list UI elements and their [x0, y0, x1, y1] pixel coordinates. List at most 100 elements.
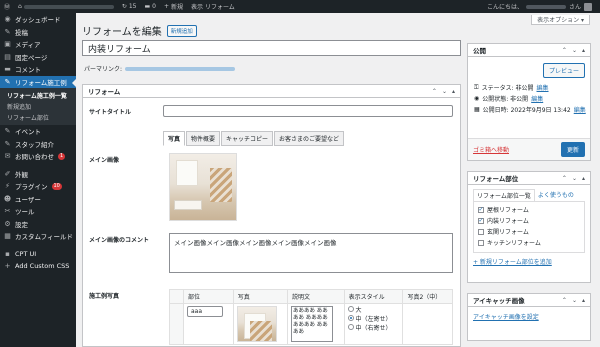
photo-thumbnail[interactable]	[236, 306, 277, 342]
status-edit-link[interactable]: 編集	[537, 83, 549, 92]
submenu-add-new[interactable]: 新規追加	[0, 101, 76, 112]
pin-icon: ✎	[4, 127, 11, 136]
reform-meta-box: リフォーム ⌃ ⌄ ▴ サイトタイトル 写真 物件概要 キャッチコピー お客さまのご…	[82, 84, 461, 347]
dashboard-icon: ◉	[4, 15, 11, 24]
style-option-mid-left[interactable]: 中（左寄せ）	[347, 315, 400, 324]
add-new-part-link[interactable]: + 新規リフォーム部位を追加	[468, 253, 590, 270]
screen-options-button[interactable]: 表示オプション ▾	[531, 15, 590, 25]
reform-submenu: リフォーム施工例一覧 新規追加 リフォーム部位	[0, 88, 76, 125]
unchecked-checkbox[interactable]	[478, 228, 484, 235]
style-option-mid-right[interactable]: 中（右寄せ）	[347, 324, 400, 333]
new-content-menu[interactable]: + 新規	[160, 2, 187, 11]
visibility-edit-link[interactable]: 編集	[531, 94, 543, 103]
part-checkbox-row[interactable]: 玄関リフォーム	[478, 226, 580, 237]
add-new-button[interactable]: 新規追加	[166, 24, 197, 37]
status-row: ⚿ ステータス: 非公開 編集	[474, 83, 549, 93]
col-photo: 写真	[232, 289, 289, 304]
chevron-up-icon[interactable]: ⌃	[562, 297, 567, 304]
main-image-comment-textarea[interactable]: メイン画像メイン画像メイン画像メイン画像メイン画像	[169, 233, 453, 273]
sidebar-item-media-2[interactable]: ▣ メディア	[0, 38, 76, 51]
visibility-row: ◉ 公開状態: 非公開 編集	[474, 94, 544, 103]
sidebar-item-dashboard-0[interactable]: ◉ ダッシュボード	[0, 13, 76, 26]
collapse-arrow-icon[interactable]: ▴	[452, 88, 455, 95]
collapse-arrow-icon[interactable]: ▴	[582, 175, 585, 182]
chevron-up-icon[interactable]: ⌃	[562, 47, 567, 54]
chevron-down-icon[interactable]: ⌄	[572, 47, 577, 54]
featured-image-title: アイキャッチ画像	[473, 297, 525, 305]
sidebar-item-label: 設定	[15, 220, 28, 229]
sidebar-item-cpt-0[interactable]: ▪ CPT UI	[0, 248, 76, 261]
site-name-menu[interactable]: ⌂	[14, 3, 118, 10]
chevron-up-icon[interactable]: ⌃	[562, 175, 567, 182]
sidebar-item-plugin-1[interactable]: ⚡ プラグイン 10	[0, 180, 76, 193]
checked-checkbox[interactable]: ✓	[478, 217, 484, 224]
part-checkbox-row[interactable]: ✓ 内装リフォーム	[478, 215, 580, 226]
trash-link[interactable]: ゴミ箱へ移動	[473, 145, 509, 154]
sidebar-item-pin-1[interactable]: ✎ 投稿	[0, 26, 76, 39]
chevron-down-icon[interactable]: ⌄	[442, 88, 447, 95]
part-checkbox-label: 内装リフォーム	[487, 218, 529, 225]
preview-button[interactable]: プレビュー	[542, 63, 585, 78]
sidebar-item-label: スタッフ紹介	[15, 140, 54, 149]
chevron-up-icon[interactable]: ⌃	[432, 88, 437, 95]
sidebar-item-page-3[interactable]: ▤ 固定ページ	[0, 51, 76, 64]
update-button[interactable]: 更新	[560, 142, 585, 157]
photos-label: 施工例写真	[89, 293, 120, 300]
part-checkbox-row[interactable]: ✓ 屋根リフォーム	[478, 204, 580, 215]
post-title-input[interactable]: 内装リフォーム	[82, 40, 461, 56]
tab-catch-copy[interactable]: キャッチコピー	[221, 131, 274, 146]
comments-menu[interactable]: ▬ 0	[141, 3, 161, 10]
parts-checklist: ✓ 屋根リフォーム ✓ 内装リフォーム 玄関リフォーム キッチンリフォーム	[473, 201, 585, 253]
tab-popular-parts[interactable]: よく使うもの	[535, 189, 577, 201]
sidebar-item-label: カスタムフィールド	[15, 233, 73, 242]
submenu-reform-list[interactable]: リフォーム施工例一覧	[0, 90, 76, 101]
sidebar-item-custom-field-5[interactable]: ▦ カスタムフィールド	[0, 230, 76, 243]
tab-property-summary[interactable]: 物件概要	[186, 131, 221, 146]
unchecked-checkbox[interactable]	[478, 239, 484, 246]
tab-photos[interactable]: 写真	[163, 131, 186, 146]
part-checkbox-row[interactable]: キッチンリフォーム	[478, 237, 580, 248]
sidebar-item-settings-4[interactable]: ⚙ 設定	[0, 218, 76, 231]
sidebar-item-pin-5[interactable]: ✎ リフォーム施工例	[0, 75, 76, 88]
col-part: 部位	[183, 289, 234, 304]
col-display-style: 表示スタイル	[343, 289, 404, 304]
description-textarea[interactable]: ああああ ああああ ああああ ああああ ああああ	[291, 306, 333, 342]
submenu-reform-parts[interactable]: リフォーム部位	[0, 112, 76, 123]
sidebar-item-pin-0[interactable]: ✎ イベント	[0, 125, 76, 138]
calendar-icon: ▦	[474, 106, 480, 113]
notification-badge: 1	[58, 152, 66, 160]
table-header-row: 部位 写真 説明文 表示スタイル 写真2（中）	[169, 289, 453, 304]
sidebar-item-label: イベント	[15, 128, 41, 137]
style-option-large[interactable]: 大	[347, 306, 400, 315]
checked-checkbox[interactable]: ✓	[478, 206, 484, 213]
collapse-arrow-icon[interactable]: ▴	[582, 47, 585, 54]
part-input[interactable]: aaa	[187, 306, 223, 317]
wp-logo-menu[interactable]: Ⓦ	[0, 2, 14, 11]
wordpress-icon: Ⓦ	[4, 4, 11, 11]
sidebar-item-mail-2[interactable]: ✉ お問い合わせ 1	[0, 150, 76, 163]
updates-menu[interactable]: ↻ 15	[118, 3, 141, 10]
sidebar-item-label: ダッシュボード	[15, 16, 61, 25]
admin-sidebar: ◉ ダッシュボード ✎ 投稿 ▣ メディア ▤ 固定ページ ▬ コメント ✎ リフォーム施工例 リフォ…	[0, 13, 76, 347]
main-image-thumbnail[interactable]	[169, 153, 237, 221]
chevron-down-icon[interactable]: ⌄	[572, 175, 577, 182]
my-account-menu[interactable]: こんにちは、 さん	[487, 2, 600, 11]
tab-customer-requests[interactable]: お客さまのご要望など	[274, 131, 345, 146]
pin-icon: ✎	[4, 139, 11, 148]
sidebar-item-pin-1[interactable]: ✎ スタッフ紹介	[0, 138, 76, 151]
sidebar-item-appearance-0[interactable]: ✐ 外観	[0, 168, 76, 181]
permalink-url-blurred[interactable]	[125, 66, 236, 71]
sidebar-item-users-2[interactable]: ☻ ユーザー	[0, 193, 76, 206]
publish-box-header: 公開 ⌃ ⌄ ▴	[468, 44, 590, 57]
collapse-arrow-icon[interactable]: ▴	[582, 297, 585, 304]
chevron-down-icon[interactable]: ⌄	[572, 297, 577, 304]
tab-all-parts[interactable]: リフォーム部位一覧	[473, 189, 535, 201]
date-edit-link[interactable]: 編集	[574, 105, 586, 114]
set-featured-image-link[interactable]: アイキャッチ画像を設定	[468, 307, 590, 326]
sidebar-item-css-1[interactable]: + Add Custom CSS	[0, 260, 76, 273]
sidebar-item-comment-4[interactable]: ▬ コメント	[0, 63, 76, 76]
view-post-link[interactable]: 表示 リフォーム	[187, 2, 239, 11]
sidebar-item-tools-3[interactable]: ✂ ツール	[0, 205, 76, 218]
username-blurred	[525, 4, 566, 9]
site-title-input[interactable]	[163, 105, 453, 117]
